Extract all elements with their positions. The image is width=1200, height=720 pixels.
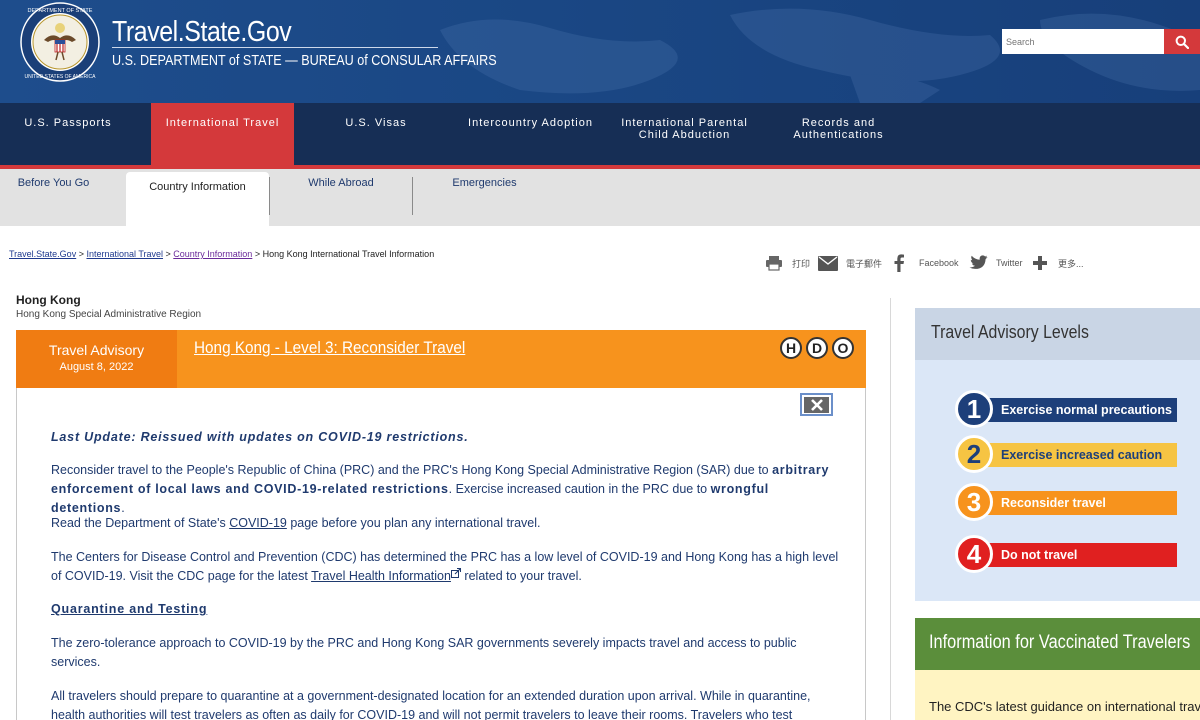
- p2-text: Read the Department of State's: [51, 516, 230, 530]
- share-facebook[interactable]: Facebook: [893, 254, 959, 272]
- levels-panel-header: Travel Advisory Levels: [915, 308, 1200, 360]
- share-print[interactable]: 打印: [765, 254, 810, 272]
- subnav-before-you-go[interactable]: Before You Go: [0, 169, 107, 226]
- advisory-paragraph-1: Reconsider travel to the People's Republ…: [51, 461, 841, 518]
- last-update-text: Last Update: Reissued with updates on CO…: [51, 430, 469, 444]
- country-subtitle: Hong Kong Special Administrative Region: [16, 309, 202, 320]
- p1-text: Reconsider travel to the People's Republ…: [51, 463, 773, 477]
- column-divider: [890, 298, 891, 720]
- plus-icon: [1033, 256, 1047, 270]
- nav-parental-child-abduction[interactable]: International Parental Child Abduction: [612, 103, 757, 165]
- nav-records-authentications[interactable]: Records and Authentications: [766, 103, 911, 165]
- search-icon: [1175, 35, 1189, 49]
- email-icon: [818, 255, 838, 271]
- level-3-label: Reconsider travel: [975, 491, 1177, 515]
- advisory-date: August 8, 2022: [59, 361, 134, 373]
- search-input[interactable]: [1002, 29, 1164, 54]
- search-button[interactable]: [1164, 29, 1200, 54]
- advisory-paragraph-4: The zero-tolerance approach to COVID-19 …: [51, 636, 797, 669]
- advisory-label-box: Travel Advisory August 8, 2022: [16, 330, 177, 388]
- vaccinated-panel-text: The CDC's latest guidance on internation…: [929, 699, 1200, 714]
- breadcrumb-separator: >: [163, 249, 174, 259]
- level-4-number: 4: [955, 535, 993, 573]
- nav-intercountry-adoption[interactable]: Intercountry Adoption: [459, 103, 602, 165]
- levels-panel-title: Travel Advisory Levels: [931, 322, 1089, 342]
- subnav-emergencies[interactable]: Emergencies: [413, 169, 556, 226]
- share-more[interactable]: 更多...: [1032, 254, 1084, 272]
- share-facebook-label: Facebook: [919, 258, 959, 268]
- subnav-country-information[interactable]: Country Information: [126, 172, 269, 226]
- subnav-while-abroad[interactable]: While Abroad: [270, 169, 412, 226]
- breadcrumb-separator: >: [76, 249, 87, 259]
- level-1-label: Exercise normal precautions: [975, 398, 1177, 422]
- sub-navigation: Before You Go Country Information While …: [0, 169, 1200, 226]
- facebook-icon: [894, 254, 904, 272]
- advisory-paragraph-2: Read the Department of State's COVID-19 …: [51, 514, 841, 533]
- country-name: Hong Kong: [16, 293, 81, 307]
- travel-advisory-bar: Travel Advisory August 8, 2022 Hong Kong…: [16, 330, 866, 388]
- vaccinated-panel-title: Information for Vaccinated Travelers: [929, 632, 1191, 653]
- travel-advisory-levels-panel: Travel Advisory Levels Exercise normal p…: [915, 308, 1200, 601]
- title-divider: [112, 47, 438, 48]
- site-header: DEPARTMENT OF STATE UNITED STATES OF AME…: [0, 0, 1200, 103]
- seal-icon: DEPARTMENT OF STATE UNITED STATES OF AME…: [20, 2, 100, 82]
- external-link-icon: [450, 567, 462, 578]
- nav-us-passports[interactable]: U.S. Passports: [0, 103, 136, 165]
- level-2-number: 2: [955, 435, 993, 473]
- breadcrumb-current: Hong Kong International Travel Informati…: [262, 249, 435, 259]
- quarantine-testing-heading[interactable]: Quarantine and Testing: [51, 600, 841, 619]
- vaccinated-panel-header: Information for Vaccinated Travelers: [915, 618, 1200, 670]
- share-print-label: 打印: [792, 258, 811, 269]
- share-twitter-label: Twitter: [996, 258, 1023, 268]
- collapse-advisory-button[interactable]: [800, 393, 833, 416]
- travel-health-information-link[interactable]: Travel Health Information: [311, 569, 451, 583]
- main-navigation: U.S. Passports International Travel U.S.…: [0, 103, 1200, 165]
- p1-text: .: [121, 501, 125, 515]
- share-twitter[interactable]: Twitter: [968, 254, 1023, 272]
- p1-text: . Exercise increased caution in the PRC …: [448, 482, 711, 496]
- health-indicator-badge[interactable]: H: [780, 337, 802, 359]
- advisory-paragraph-5: All travelers should prepare to quaranti…: [51, 689, 811, 720]
- breadcrumb-separator: >: [252, 249, 263, 259]
- level-3-number: 3: [955, 483, 993, 521]
- site-title[interactable]: Travel.State.Gov: [112, 16, 292, 49]
- level-4-label: Do not travel: [975, 543, 1177, 567]
- level-1-number: 1: [955, 390, 993, 428]
- nav-us-visas[interactable]: U.S. Visas: [306, 103, 446, 165]
- svg-text:DEPARTMENT OF STATE: DEPARTMENT OF STATE: [28, 8, 93, 14]
- share-more-label: 更多...: [1058, 258, 1084, 269]
- site-subtitle: U.S. DEPARTMENT of STATE — BUREAU of CON…: [112, 52, 497, 69]
- advisory-label: Travel Advisory: [48, 342, 145, 358]
- share-email-label: 電子郵件: [846, 258, 883, 269]
- advisory-paragraph-3: The Centers for Disease Control and Prev…: [51, 548, 841, 586]
- vaccinated-travelers-panel: Information for Vaccinated Travelers The…: [915, 618, 1200, 720]
- nav-international-travel[interactable]: International Travel: [151, 103, 294, 165]
- close-icon: [804, 396, 829, 413]
- p3-text: related to your travel.: [460, 569, 582, 583]
- breadcrumb-home-link[interactable]: Travel.State.Gov: [9, 249, 76, 259]
- other-indicator-badge[interactable]: O: [832, 337, 854, 359]
- twitter-icon: [969, 255, 988, 269]
- p2-text: page before you plan any international t…: [286, 516, 541, 530]
- level-2-label: Exercise increased caution: [975, 443, 1177, 467]
- share-email[interactable]: 電子郵件: [818, 254, 882, 272]
- printer-icon: [766, 256, 782, 271]
- covid-19-link[interactable]: COVID-19: [229, 516, 287, 530]
- advisory-body: Last Update: Reissued with updates on CO…: [16, 388, 866, 720]
- svg-text:UNITED STATES OF AMERICA: UNITED STATES OF AMERICA: [25, 74, 97, 80]
- detention-indicator-badge[interactable]: D: [806, 337, 828, 359]
- breadcrumb: Travel.State.Gov > International Travel …: [9, 249, 434, 259]
- breadcrumb-country-information-link[interactable]: Country Information: [173, 249, 252, 259]
- breadcrumb-international-travel-link[interactable]: International Travel: [86, 249, 163, 259]
- advisory-title-link[interactable]: Hong Kong - Level 3: Reconsider Travel: [194, 338, 465, 358]
